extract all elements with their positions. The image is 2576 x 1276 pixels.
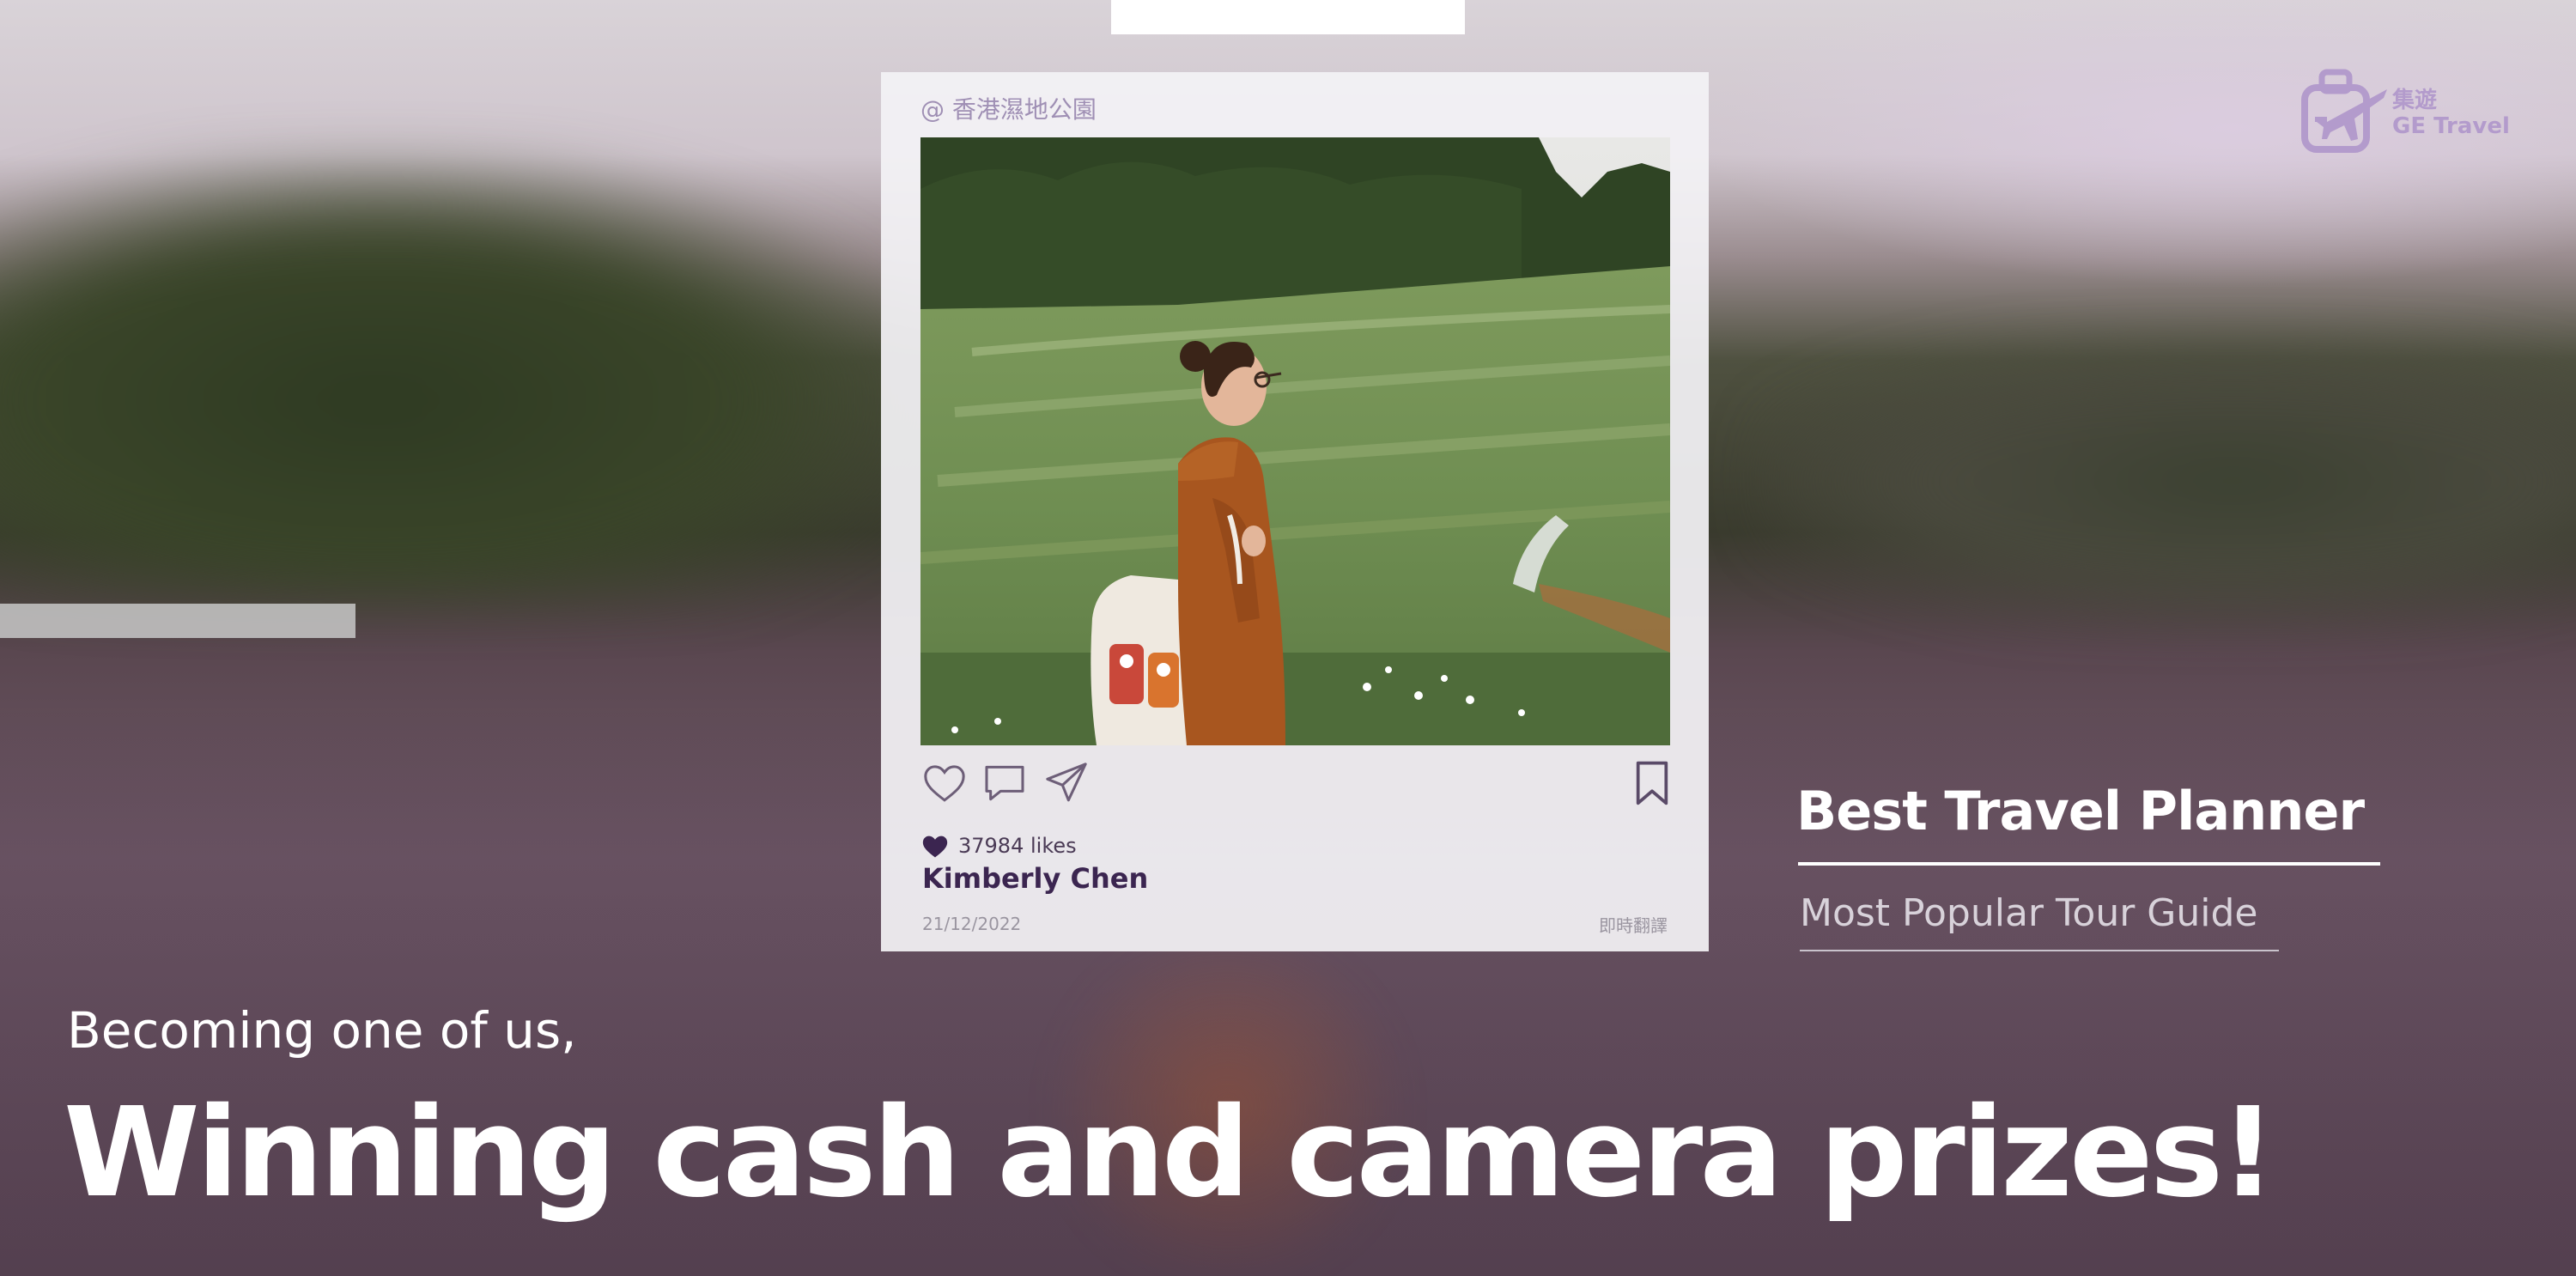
post-photo: [920, 137, 1670, 745]
ge-travel-logo: 集遊 GE Travel: [2301, 69, 2510, 155]
social-post-card: @ 香港濕地公園 37984 likes Kimberly Chen 21/12…: [881, 72, 1709, 951]
translate-link[interactable]: 即時翻譯: [1599, 912, 1668, 937]
side-subtitle-underline: [1800, 950, 2279, 951]
banner-headline: Winning cash and camera prizes!: [64, 1080, 2276, 1224]
post-location[interactable]: @ 香港濕地公園: [920, 91, 1097, 125]
side-title-underline: [1798, 862, 2380, 866]
banner-subhead: Becoming one of us,: [67, 1001, 577, 1060]
logo-chinese-name: 集遊: [2392, 88, 2438, 113]
post-username[interactable]: Kimberly Chen: [922, 862, 1148, 895]
side-subtitle: Most Popular Tour Guide: [1800, 891, 2258, 935]
likes-count[interactable]: 37984 likes: [958, 834, 1077, 858]
send-icon[interactable]: [1042, 759, 1091, 807]
post-date: 21/12/2022: [922, 914, 1022, 934]
logo-english-name: GE Travel: [2392, 113, 2510, 139]
suitcase-airplane-icon: [2301, 69, 2387, 153]
heart-filled-icon: [922, 835, 948, 858]
left-bar-decoration: [0, 604, 355, 638]
side-title: Best Travel Planner: [1796, 780, 2365, 842]
heart-icon[interactable]: [920, 759, 969, 807]
bookmark-icon[interactable]: [1631, 759, 1673, 807]
post-actions-bar: [919, 759, 1674, 814]
comment-icon[interactable]: [981, 759, 1029, 807]
top-tab-decoration: [1111, 0, 1465, 34]
likes-row: 37984 likes: [920, 831, 1077, 860]
